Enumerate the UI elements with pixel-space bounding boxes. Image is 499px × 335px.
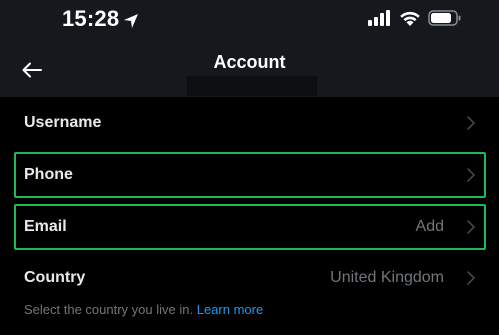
country-helper-text: Select the country you live in. Learn mo… [24,302,263,317]
header-subtitle-bar [187,76,317,96]
email-row[interactable]: Email Add [0,201,499,253]
row-label: Email [24,218,67,235]
chevron-right-icon [467,220,475,234]
phone-row[interactable]: Phone [0,149,499,201]
row-label: Phone [24,166,73,183]
helper-text: Select the country you live in. [24,302,194,317]
page-title: Account [213,52,286,72]
battery-icon [428,10,461,26]
chevron-right-icon [467,116,475,130]
wifi-icon [400,11,420,26]
username-row[interactable]: Username [0,97,499,149]
email-add-value: Add [415,218,444,235]
settings-list: Username Phone Email Add Country United … [0,97,499,303]
location-arrow-icon [124,14,138,28]
chevron-right-icon [467,168,475,182]
country-value: United Kingdom [330,269,444,286]
chevron-right-icon [467,271,475,285]
status-bar: 15:28 [0,0,499,40]
status-time: 15:28 [62,6,120,31]
row-label: Username [24,114,102,131]
row-label: Country [24,269,86,286]
signal-icon [368,10,390,26]
country-row[interactable]: Country United Kingdom [0,253,499,303]
learn-more-link[interactable]: Learn more [197,302,263,317]
